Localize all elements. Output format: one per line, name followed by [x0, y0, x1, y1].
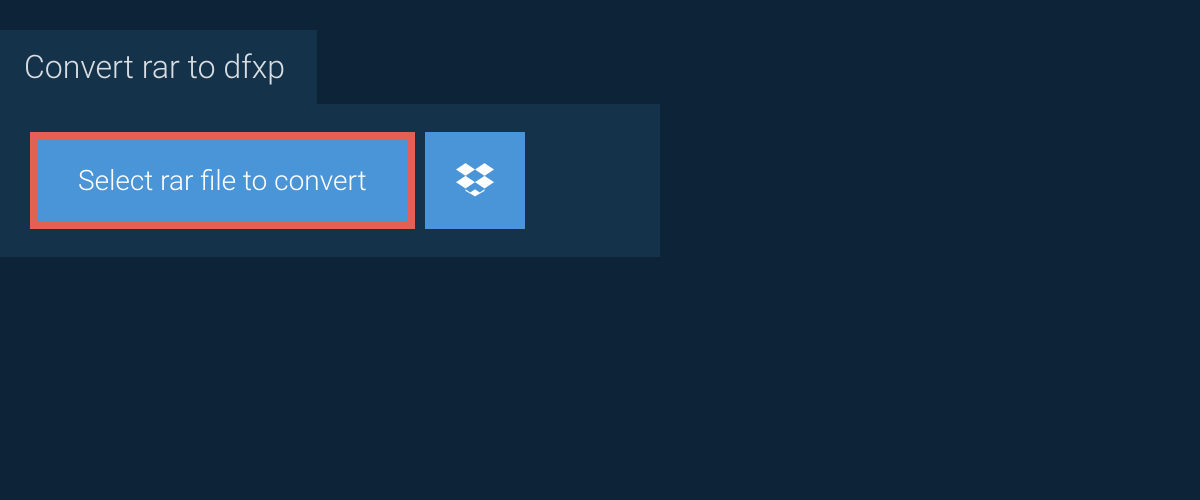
page-title: Convert rar to dfxp — [24, 48, 285, 86]
select-file-button[interactable]: Select rar file to convert — [30, 132, 415, 229]
tab-header: Convert rar to dfxp — [0, 30, 317, 104]
button-row: Select rar file to convert — [30, 132, 630, 229]
dropbox-icon — [456, 160, 494, 202]
select-file-label: Select rar file to convert — [78, 164, 367, 197]
upload-panel: Select rar file to convert — [0, 104, 660, 257]
dropbox-button[interactable] — [425, 132, 525, 229]
